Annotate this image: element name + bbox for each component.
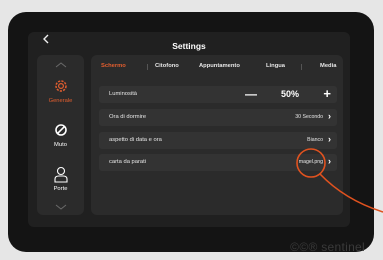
page-title: Settings (172, 41, 206, 51)
tab-schermo[interactable]: Schermo (101, 63, 126, 69)
wallpaper-value: magel.png (298, 159, 323, 165)
sidebar-item-muto[interactable]: Muto (37, 121, 84, 148)
tab-citofono[interactable]: Citofono (155, 63, 179, 69)
mute-icon (37, 121, 84, 141)
sidebar-item-label: Porte (53, 186, 68, 192)
chevron-right-icon: › (328, 111, 331, 121)
increase-button[interactable]: + (323, 86, 331, 101)
tab-media[interactable]: Media (320, 63, 336, 69)
chevron-right-icon: › (328, 156, 331, 166)
decrease-button[interactable]: — (245, 87, 257, 101)
chevron-up-icon (55, 62, 66, 68)
brightness-row: Luminosità — 50% + (99, 86, 337, 103)
sidebar: Generale Muto Porte (37, 55, 84, 215)
datetime-row[interactable]: aspetto di data e ora Bianco › (99, 132, 337, 149)
sleep-row[interactable]: Ora di dormire 30 Secondo › (99, 109, 337, 126)
sidebar-scroll-down[interactable] (37, 203, 84, 212)
device-screen: Settings Generale Muto Porte Schermo Cit… (28, 32, 350, 227)
tab-appuntamento[interactable]: Appuntamento (199, 63, 240, 69)
wallpaper-row[interactable]: carta da parati magel.png › (99, 154, 337, 171)
sidebar-item-label: Muto (54, 142, 67, 148)
settings-panel: Schermo Citofono Appuntamento Lingua Med… (91, 55, 343, 215)
sleep-label: Ora di dormire (109, 114, 147, 120)
tab-divider (301, 64, 302, 70)
brightness-label: Luminosità (109, 91, 138, 97)
sidebar-scroll-up[interactable] (37, 61, 84, 70)
gear-icon (37, 77, 84, 97)
sidebar-item-generale[interactable]: Generale (37, 77, 84, 104)
person-icon (37, 165, 84, 185)
chevron-down-icon (55, 204, 66, 210)
datetime-value: Bianco (307, 137, 323, 143)
sleep-value: 30 Secondo (295, 114, 323, 120)
chevron-right-icon: › (328, 134, 331, 144)
sidebar-item-porte[interactable]: Porte (37, 165, 84, 192)
tab-divider (147, 64, 148, 70)
watermark: ©©® sentinel (290, 240, 365, 254)
datetime-label: aspetto di data e ora (109, 137, 162, 143)
tab-lingua[interactable]: Lingua (266, 63, 285, 69)
brightness-value: 50% (281, 89, 300, 99)
sidebar-item-label: Generale (48, 98, 73, 104)
brightness-stepper[interactable]: — 50% + (245, 86, 331, 102)
wallpaper-label: carta da parati (109, 159, 147, 165)
tab-bar: Schermo Citofono Appuntamento Lingua Med… (91, 63, 343, 75)
